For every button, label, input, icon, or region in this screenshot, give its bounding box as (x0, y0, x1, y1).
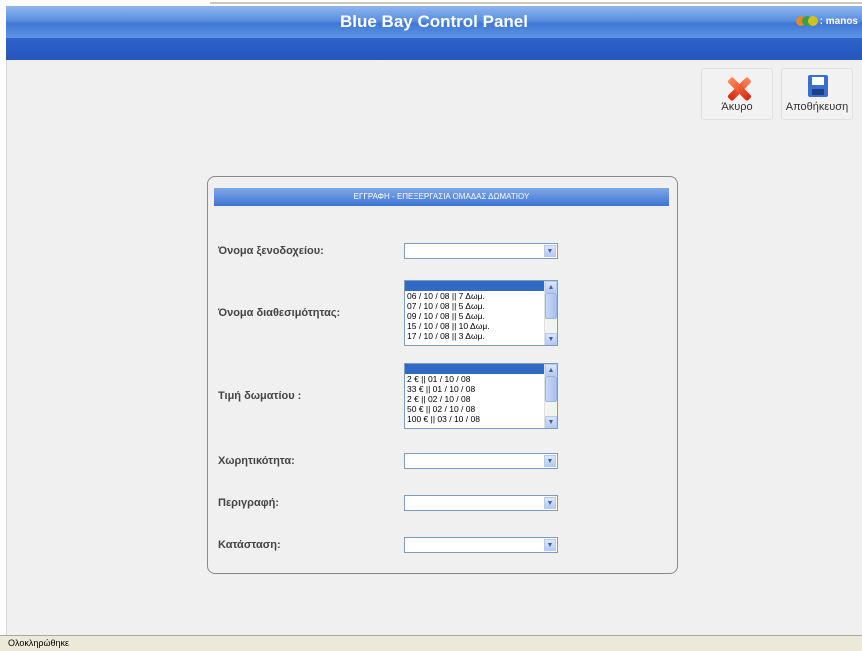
room-group-form: ΕΓΓΡΑΦΗ - ΕΠΕΞΕΡΓΑΣΙΑ ΟΜΑΔΑΣ ΔΩΜΑΤΙΟΥ Όν… (207, 176, 678, 574)
price-listbox[interactable]: 2 € || 01 / 10 / 08 33 € || 01 / 10 / 08… (404, 363, 558, 429)
availability-listbox[interactable]: 06 / 10 / 08 || 7 Δωμ. 07 / 10 / 08 || 5… (404, 280, 558, 346)
form-heading: ΕΓΓΡΑΦΗ - ΕΠΕΞΕΡΓΑΣΙΑ ΟΜΑΔΑΣ ΔΩΜΑΤΙΟΥ (214, 188, 669, 206)
user-badge[interactable]: : manos (795, 14, 858, 28)
capacity-label: Χωρητικότητα: (218, 455, 295, 467)
floppy-disk-icon (808, 75, 828, 97)
availability-scrollbar[interactable]: ▲ ▼ (544, 281, 557, 345)
chevron-down-icon[interactable]: ▼ (544, 245, 556, 257)
scroll-thumb[interactable] (545, 293, 557, 319)
list-item[interactable]: 100 € || 03 / 10 / 08 (405, 414, 545, 424)
scroll-thumb[interactable] (545, 376, 557, 402)
scroll-up-icon[interactable]: ▲ (545, 281, 557, 293)
chevron-down-icon[interactable]: ▼ (544, 455, 556, 467)
cancel-button-label: Άκυρο (721, 101, 753, 113)
list-item[interactable]: 33 € || 01 / 10 / 08 (405, 384, 545, 394)
status-select[interactable]: ▼ (404, 537, 558, 553)
chevron-down-icon[interactable]: ▼ (544, 497, 556, 509)
price-label: Τιμή δωματίου : (218, 390, 302, 402)
description-select[interactable]: ▼ (404, 495, 558, 511)
list-item[interactable] (405, 281, 545, 291)
list-item[interactable]: 2 € || 02 / 10 / 08 (405, 394, 545, 404)
close-icon (727, 77, 751, 101)
status-label: Κατάσταση: (218, 539, 281, 551)
list-item[interactable]: 17 / 10 / 08 || 3 Δωμ. (405, 331, 545, 341)
users-icon (795, 14, 818, 28)
top-strip-line (210, 2, 862, 4)
list-item[interactable]: 09 / 10 / 08 || 5 Δωμ. (405, 311, 545, 321)
scroll-down-icon[interactable]: ▼ (545, 333, 557, 345)
list-item[interactable]: 07 / 10 / 08 || 5 Δωμ. (405, 301, 545, 311)
list-item[interactable]: 50 € || 02 / 10 / 08 (405, 404, 545, 414)
save-button[interactable]: Αποθήκευση (781, 68, 853, 120)
scroll-up-icon[interactable]: ▲ (545, 364, 557, 376)
app-header: Blue Bay Control Panel : manos (6, 6, 862, 38)
main-content: Άκυρο Αποθήκευση ΕΓΓΡΑΦΗ - ΕΠΕΞΕΡΓΑΣΙΑ Ο… (6, 60, 862, 635)
capacity-select[interactable]: ▼ (404, 453, 558, 469)
app-title: Blue Bay Control Panel (340, 12, 528, 31)
hotel-select[interactable]: ▼ (404, 243, 558, 259)
save-button-label: Αποθήκευση (785, 101, 849, 113)
nav-bar (6, 38, 862, 60)
description-label: Περιγραφή: (218, 497, 279, 509)
browser-viewport: Blue Bay Control Panel : manos Άκυρο Απο… (0, 0, 862, 651)
chevron-down-icon[interactable]: ▼ (544, 539, 556, 551)
list-item[interactable]: 15 / 10 / 08 || 10 Δωμ. (405, 321, 545, 331)
scroll-down-icon[interactable]: ▼ (545, 416, 557, 428)
hotel-label: Όνομα ξενοδοχείου: (218, 245, 324, 257)
price-scrollbar[interactable]: ▲ ▼ (544, 364, 557, 428)
availability-label: Όνομα διαθεσιμότητας: (218, 307, 341, 319)
list-item[interactable] (405, 364, 545, 374)
list-item[interactable]: 2 € || 01 / 10 / 08 (405, 374, 545, 384)
user-name: : manos (819, 15, 858, 27)
list-item[interactable]: 06 / 10 / 08 || 7 Δωμ. (405, 291, 545, 301)
cancel-button[interactable]: Άκυρο (701, 68, 773, 120)
browser-status-bar: Ολοκληρώθηκε (0, 635, 862, 651)
